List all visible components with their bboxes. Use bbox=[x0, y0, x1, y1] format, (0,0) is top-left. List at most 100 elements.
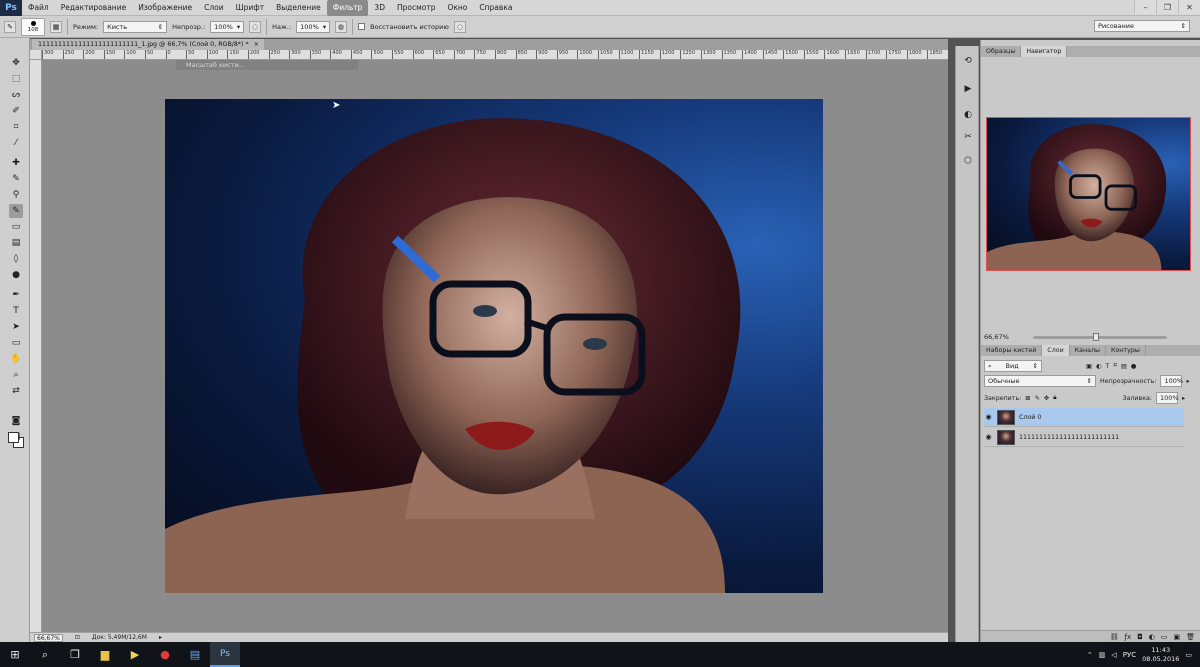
brush-tool-preset-icon[interactable]: ✎ bbox=[4, 20, 16, 33]
layer-row[interactable]: ◉ Слой 0 bbox=[984, 408, 1184, 427]
brush-panel-toggle-icon[interactable]: ▦ bbox=[50, 20, 62, 33]
close-icon[interactable]: ✕ bbox=[1178, 0, 1200, 14]
ruler-origin[interactable] bbox=[30, 50, 42, 60]
lock-pixels-icon[interactable]: ✎ bbox=[1035, 395, 1040, 402]
tab-channels[interactable]: Каналы bbox=[1070, 345, 1106, 356]
marquee-tool-icon[interactable]: ⬚ bbox=[9, 72, 23, 86]
swap-colors-icon[interactable]: ⇄ bbox=[9, 384, 23, 398]
layer-name[interactable]: 1111111111111111111111111 bbox=[1019, 434, 1119, 441]
share-icon[interactable]: ⊡ bbox=[75, 634, 80, 641]
pressure-input[interactable]: 100% ▾ bbox=[296, 20, 331, 33]
menu-type[interactable]: Шрифт bbox=[230, 0, 270, 16]
lock-position-icon[interactable]: ✥ bbox=[1044, 395, 1049, 402]
close-tab-icon[interactable]: × bbox=[254, 41, 259, 48]
move-tool-icon[interactable]: ✥ bbox=[9, 56, 23, 70]
document-image[interactable] bbox=[165, 99, 823, 593]
link-layers-icon[interactable]: ⛓ bbox=[1110, 633, 1119, 641]
zoom-tool-icon[interactable]: ⌕ bbox=[9, 368, 23, 382]
navigator-preview[interactable] bbox=[986, 117, 1191, 271]
search-icon[interactable]: ⌕ bbox=[30, 642, 60, 667]
filter-pixel-icon[interactable]: ▣ bbox=[1086, 363, 1092, 370]
eyedropper-tool-icon[interactable]: ⁄ bbox=[9, 136, 23, 150]
menu-edit[interactable]: Редактирование bbox=[55, 0, 132, 16]
fill-input[interactable]: 100% bbox=[1156, 392, 1179, 404]
history-brush-tool-icon[interactable]: ✎ bbox=[9, 204, 23, 218]
airbrush-icon[interactable]: ◍ bbox=[335, 20, 348, 33]
menu-image[interactable]: Изображение bbox=[132, 0, 198, 16]
filter-toggle-icon[interactable]: ● bbox=[1131, 363, 1137, 370]
tab-brush-presets[interactable]: Наборы кистей bbox=[981, 345, 1043, 356]
lasso-tool-icon[interactable]: ᔕ bbox=[9, 88, 23, 102]
tool-presets-icon[interactable]: ✂ bbox=[961, 130, 975, 144]
actions-panel-icon[interactable]: ▶ bbox=[961, 82, 975, 96]
document-tab[interactable]: 1111111111111111111111111_1.jpg @ 66,7% … bbox=[32, 39, 264, 50]
add-mask-icon[interactable]: ◘ bbox=[1137, 633, 1143, 641]
language-indicator[interactable]: РУС bbox=[1123, 651, 1136, 659]
lock-transparent-icon[interactable]: ⊠ bbox=[1025, 395, 1030, 402]
clone-stamp-tool-icon[interactable]: ⚲ bbox=[9, 188, 23, 202]
history-panel-icon[interactable]: ⟲ bbox=[961, 54, 975, 68]
layer-style-icon[interactable]: ƒx bbox=[1125, 633, 1132, 641]
photos-app-icon[interactable]: ▤ bbox=[180, 642, 210, 667]
layer-filter-select[interactable]: ⌕ Вид ⇕ bbox=[984, 360, 1042, 372]
menu-layers[interactable]: Слои bbox=[198, 0, 230, 16]
photoshop-taskbar-icon[interactable]: Ps bbox=[210, 642, 240, 667]
lock-all-icon[interactable]: 🔒︎ bbox=[1053, 394, 1056, 402]
adjustment-layer-icon[interactable]: ◐ bbox=[1149, 633, 1155, 641]
layer-row[interactable]: ◉ 1111111111111111111111111 bbox=[984, 428, 1184, 447]
chevron-right-icon[interactable]: ▸ bbox=[1186, 378, 1189, 385]
3d-panel-icon[interactable]: ⬡ bbox=[961, 154, 975, 168]
restore-history-checkbox[interactable] bbox=[358, 23, 366, 30]
slider-knob[interactable] bbox=[1093, 333, 1099, 341]
menu-3d[interactable]: 3D bbox=[368, 0, 391, 16]
menu-window[interactable]: Окно bbox=[441, 0, 473, 16]
blend-mode-select[interactable]: Обычные ⇕ bbox=[984, 375, 1096, 387]
delete-layer-icon[interactable]: 🗑︎ bbox=[1186, 633, 1195, 641]
task-view-icon[interactable]: ❐ bbox=[60, 642, 90, 667]
workspace-select[interactable]: Рисование ⇕ bbox=[1094, 20, 1190, 32]
quick-select-tool-icon[interactable]: ✐ bbox=[9, 104, 23, 118]
menu-view[interactable]: Просмотр bbox=[391, 0, 442, 16]
filter-shape-icon[interactable]: ⌗ bbox=[1113, 362, 1117, 370]
red-app-icon[interactable]: ● bbox=[150, 642, 180, 667]
media-app-icon[interactable]: ▶ bbox=[120, 642, 150, 667]
rectangle-tool-icon[interactable]: ▭ bbox=[9, 336, 23, 350]
eraser-tool-icon[interactable]: ▭ bbox=[9, 220, 23, 234]
pressure-size-icon[interactable]: ◌ bbox=[453, 20, 466, 33]
zoom-level-input[interactable]: 66,67% bbox=[34, 633, 63, 642]
filter-adjustment-icon[interactable]: ◐ bbox=[1096, 363, 1102, 370]
opacity-input[interactable]: 100% ▾ bbox=[210, 20, 245, 33]
type-tool-icon[interactable]: T bbox=[9, 304, 23, 318]
new-group-icon[interactable]: ▭ bbox=[1161, 633, 1168, 641]
path-select-tool-icon[interactable]: ➤ bbox=[9, 320, 23, 334]
brush-size-picker[interactable]: 108 bbox=[21, 17, 45, 36]
pen-tool-icon[interactable]: ✒ bbox=[9, 288, 23, 302]
eye-icon[interactable]: ◉ bbox=[984, 433, 993, 441]
horizontal-ruler[interactable]: 300 250 200 150 100 50 0 50 100 150 200 250 300 350 40… bbox=[42, 50, 948, 60]
tab-layers[interactable]: Слои bbox=[1042, 345, 1070, 356]
filter-type-icon[interactable]: T bbox=[1105, 363, 1109, 370]
pressure-opacity-icon[interactable]: ◌ bbox=[249, 20, 262, 33]
navigator-zoom-slider[interactable] bbox=[1033, 333, 1167, 341]
menu-help[interactable]: Справка bbox=[473, 0, 518, 16]
hand-tool-icon[interactable]: ✋ bbox=[9, 352, 23, 366]
brush-tool-icon[interactable]: ✎ bbox=[9, 172, 23, 186]
mode-select[interactable]: Кисть ⇕ bbox=[103, 20, 168, 33]
gradient-tool-icon[interactable]: ▤ bbox=[9, 236, 23, 250]
menu-filter[interactable]: Фильтр bbox=[326, 0, 369, 16]
layer-opacity-input[interactable]: 100% bbox=[1160, 375, 1183, 387]
menu-select[interactable]: Выделение bbox=[270, 0, 327, 16]
dodge-tool-icon[interactable]: ● bbox=[9, 268, 23, 282]
tray-chevron-icon[interactable]: ⌃ bbox=[1087, 651, 1093, 659]
document-info[interactable]: Док: 5,49М/12,6М bbox=[92, 634, 147, 641]
healing-brush-tool-icon[interactable]: ✚ bbox=[9, 156, 23, 170]
navigator-zoom-value[interactable]: 66,67% bbox=[984, 333, 1009, 341]
adjustments-panel-icon[interactable]: ◐ bbox=[961, 108, 975, 122]
menu-file[interactable]: Файл bbox=[22, 0, 55, 16]
quick-mask-icon[interactable]: ◙ bbox=[9, 414, 23, 428]
restore-icon[interactable]: ❐ bbox=[1156, 0, 1178, 14]
new-layer-icon[interactable]: ▣ bbox=[1173, 633, 1180, 641]
volume-icon[interactable]: ◁ bbox=[1111, 651, 1116, 659]
tab-paths[interactable]: Контуры bbox=[1106, 345, 1146, 356]
tab-swatches[interactable]: Образцы bbox=[981, 46, 1022, 57]
